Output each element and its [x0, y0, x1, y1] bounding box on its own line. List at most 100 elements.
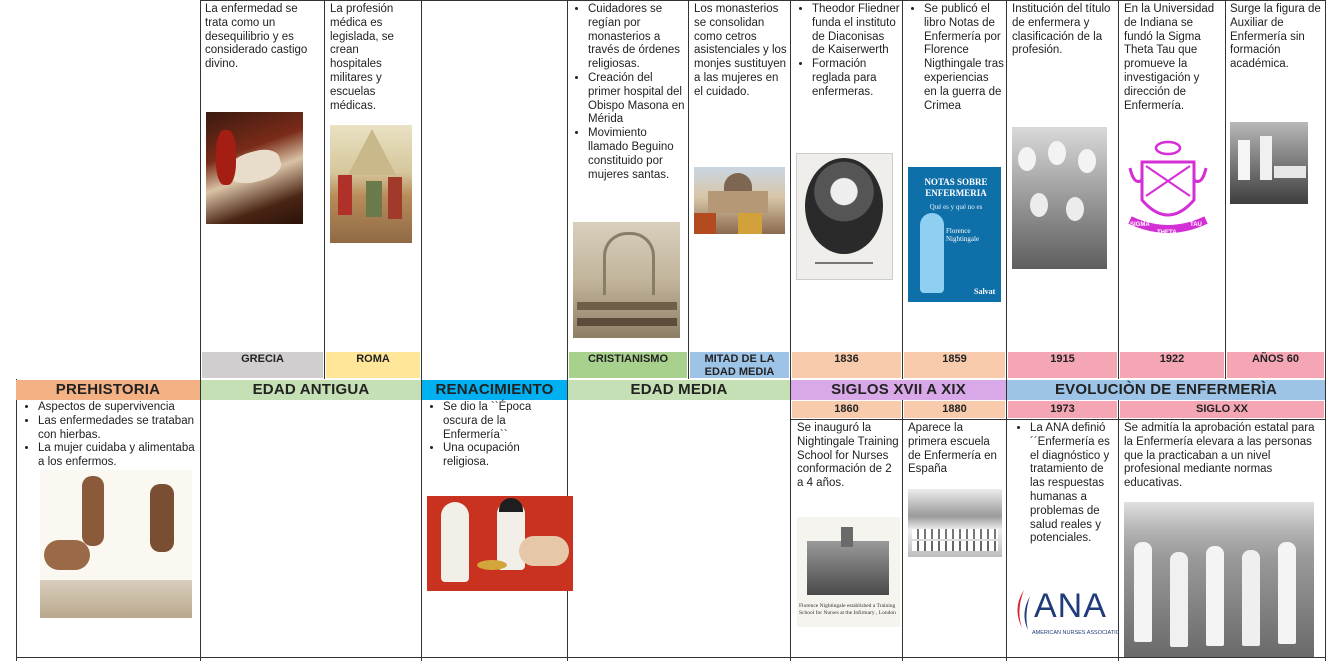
- grid-line: [200, 0, 201, 661]
- figure-shape: [44, 540, 90, 570]
- year-1859: 1859: [903, 351, 1006, 379]
- era-evolucion: EVOLUCIÒN DE ENFERMERÌA: [1007, 380, 1325, 400]
- grid-line: [688, 0, 689, 379]
- list-item: Formación reglada para enfermeras.: [812, 58, 900, 99]
- grecia-text: La enfermedad se trata como un desequili…: [205, 3, 308, 71]
- grid-line: [902, 400, 903, 661]
- year-1922: 1922: [1119, 351, 1225, 379]
- building-shape: [1124, 502, 1314, 532]
- nurses-parade-photo: [1124, 502, 1314, 657]
- auxiliar-photo: [1230, 122, 1308, 204]
- bed-row: [577, 318, 677, 326]
- nurse-shape: [1066, 197, 1084, 221]
- ana-wordmark: ANA: [1034, 587, 1107, 625]
- figure-shape: [150, 484, 174, 552]
- grid-line: [16, 379, 17, 661]
- list-item: Movimiento llamado Beguino constituido p…: [588, 127, 686, 182]
- dome-shape: [724, 173, 752, 191]
- book-subtitle: Qué es y qué no es: [929, 203, 983, 211]
- ana-flame-icon: [1017, 590, 1030, 630]
- y1836-text: Theodor Fliedner funda el instituto de D…: [792, 3, 900, 100]
- year-1880: 1880: [903, 400, 1006, 419]
- building-shape: [807, 541, 889, 595]
- mitad-monastery-image: [694, 167, 785, 234]
- bed-row: [577, 302, 677, 310]
- grid-line: [16, 657, 1325, 658]
- soldier-shape: [388, 177, 402, 219]
- list-item: Una ocupación religiosa.: [443, 442, 565, 470]
- y1922-text: En la Universidad de Indiana se fundó la…: [1124, 3, 1215, 112]
- nurse-shape: [1238, 140, 1250, 180]
- era-edad-antigua: EDAD ANTIGUA: [201, 380, 421, 400]
- nun-shape: [441, 502, 469, 582]
- era-prehistoria: PREHISTORIA: [16, 380, 200, 400]
- grid-line: [1118, 0, 1119, 379]
- signature-line: [815, 262, 873, 264]
- book-publisher: Salvat: [974, 287, 996, 296]
- year-roma: ROMA: [325, 351, 421, 379]
- sigma-word: SIGMA: [1130, 222, 1150, 228]
- figure-shape: [216, 130, 236, 185]
- list-item: Creación del primer hospital del Obispo …: [588, 72, 686, 127]
- grid-line: [790, 419, 1325, 420]
- era-edad-media: EDAD MEDIA: [568, 380, 790, 400]
- ana-caption: AMERICAN NURSES ASSOCIATION: [1032, 630, 1118, 636]
- era-renacimiento: RENACIMIENTO: [422, 380, 567, 400]
- renacimiento-text: Se dio la ``Época oscura de la Enfermerí…: [423, 401, 565, 470]
- fresco-shape: [694, 213, 716, 234]
- nurse-shape: [1170, 552, 1188, 647]
- portrait-oval: [805, 158, 883, 254]
- grid-line: [1225, 0, 1226, 379]
- arch-shape: [603, 232, 655, 295]
- nightingale-caption: Florence Nightingale established a Train…: [799, 603, 896, 616]
- theta-word: THETA: [1157, 230, 1177, 236]
- statue-shape: [920, 213, 944, 293]
- list-item: Las enfermedades se trataban con hierbas…: [38, 415, 200, 443]
- list-item: Theodor Fliedner funda el instituto de D…: [812, 3, 900, 58]
- list-item: Cuidadores se regían por monasterios a t…: [588, 3, 686, 72]
- people-row: [912, 541, 998, 551]
- y1973-text: La ANA definió ´´Enfermería es el diagnó…: [1010, 422, 1116, 546]
- y1915-nurses-photo: [1012, 127, 1107, 269]
- year-cristianismo: CRISTIANISMO: [568, 351, 688, 379]
- era-siglos: SIGLOS XVII A XIX: [791, 380, 1006, 400]
- year-grecia: GRECIA: [201, 351, 324, 379]
- nurse-shape: [1048, 141, 1066, 165]
- sigma-theta-tau-logo: SIGMA THETA TAU: [1124, 138, 1212, 242]
- figure-shape: [82, 476, 104, 546]
- grid-line: [421, 0, 422, 661]
- tent-shape: [348, 129, 396, 175]
- soldier-shape: [366, 181, 382, 217]
- nurse-shape: [1078, 149, 1096, 173]
- roma-painting: [330, 125, 412, 243]
- grid-line: [200, 0, 1325, 1]
- grid-line: [790, 0, 791, 661]
- tower-shape: [841, 527, 853, 547]
- y1915-text: Institución del título de enfermera y cl…: [1012, 3, 1111, 57]
- bed-shape: [1274, 166, 1306, 178]
- ana-logo: ANA AMERICAN NURSES ASSOCIATION: [1010, 586, 1118, 646]
- fliedner-portrait: [796, 153, 893, 280]
- roma-text: La profesión médica es legislada, se cre…: [330, 3, 394, 112]
- nurse-shape: [1134, 542, 1152, 642]
- cristianismo-text: Cuidadores se regían por monasterios a t…: [568, 3, 686, 182]
- y1860-text: Se inauguró la Nightingale Training Scho…: [797, 422, 899, 490]
- people-row: [912, 529, 998, 539]
- year-60s: AÑOS 60: [1226, 351, 1325, 379]
- soldier-shape: [338, 175, 352, 215]
- year-mitad: MITAD DE LA EDAD MEDIA: [689, 351, 790, 379]
- year-siglo-xx: SIGLO XX: [1119, 400, 1325, 419]
- y1880-text: Aparece la primera escuela de Enfermería…: [908, 422, 997, 476]
- grecia-painting: [206, 112, 303, 224]
- patient-shape: [519, 536, 569, 566]
- book-title: NOTAS SOBRE ENFERMERIA: [924, 177, 988, 198]
- grid-line: [1325, 0, 1326, 661]
- building-shape: [708, 191, 768, 213]
- list-item: La ANA definió ´´Enfermería es el diagnó…: [1030, 422, 1116, 546]
- y60-text: Surge la figura de Auxiliar de Enfermerí…: [1230, 3, 1321, 71]
- list-item: La mujer cuidaba y alimentaba a los enfe…: [38, 442, 200, 470]
- book-author: Florence Nightingale: [946, 227, 980, 243]
- nurse-shape: [1018, 147, 1036, 171]
- year-1915: 1915: [1007, 351, 1118, 379]
- mitad-text: Los monasterios se consolidan como cetro…: [694, 3, 787, 98]
